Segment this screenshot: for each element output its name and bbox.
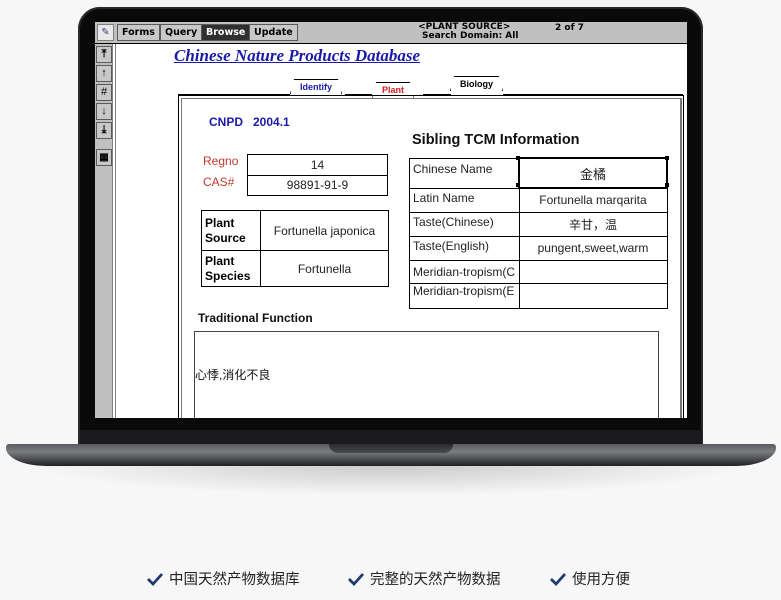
- taste-chinese-value[interactable]: 辛甘，温: [518, 211, 668, 237]
- app-screen: ✎ Forms Query Browse Update <PLANT SOURC…: [95, 22, 687, 418]
- table-row: Plant Species Fortunella: [201, 250, 389, 287]
- table-row: Chinese Name 金橘: [409, 157, 668, 189]
- browse-mode-button[interactable]: Browse: [201, 24, 251, 41]
- record-position: 2 of 7: [555, 23, 584, 33]
- sibling-tcm-table: Chinese Name 金橘 Latin Name Fortunella ma…: [409, 157, 668, 309]
- meridian-chinese-value[interactable]: [518, 259, 668, 284]
- version-label: CNPD 2004.1: [209, 115, 290, 129]
- traditional-function-title: Traditional Function: [198, 311, 313, 325]
- table-row: Meridian-tropism(C: [409, 259, 668, 284]
- margin-line: [115, 44, 116, 418]
- meridian-chinese-label: Meridian-tropism(C: [409, 259, 520, 284]
- record-header: <PLANT SOURCE> Search Domain: All: [410, 23, 518, 41]
- traditional-function-text: 心悸,消化不良: [195, 368, 271, 382]
- database-title[interactable]: Chinese Nature Products Database: [174, 46, 420, 66]
- cas-field[interactable]: 98891-91-9: [247, 175, 388, 196]
- regno-field[interactable]: 14: [247, 154, 388, 176]
- latin-name-value[interactable]: Fortunella marqarita: [518, 187, 668, 213]
- tab-biology[interactable]: Biology: [450, 76, 503, 91]
- record-nav-strip: ⤒ ↑ # ↓ ⤓ ▦: [95, 44, 113, 418]
- app-logo-icon[interactable]: ✎: [97, 24, 114, 41]
- laptop-shadow: [30, 466, 750, 496]
- feature-item: 使用方便: [549, 568, 630, 589]
- cas-label: CAS#: [203, 175, 235, 189]
- next-record-icon[interactable]: ↓: [96, 103, 112, 120]
- table-row: Latin Name Fortunella marqarita: [409, 187, 668, 213]
- meridian-english-value[interactable]: [518, 282, 668, 309]
- selection-handle[interactable]: [665, 183, 669, 187]
- plant-info-table: Plant Source Fortunella japonica Plant S…: [201, 210, 389, 287]
- traditional-function-field[interactable]: 心悸,消化不良: [194, 331, 659, 418]
- chinese-name-label: Chinese Name: [409, 157, 520, 189]
- check-icon: [147, 572, 164, 586]
- taste-english-value[interactable]: pungent,sweet,warm: [518, 235, 668, 261]
- feature-label: 完整的天然产物数据: [370, 572, 501, 588]
- update-mode-button[interactable]: Update: [249, 24, 298, 41]
- selection-handle[interactable]: [516, 156, 520, 160]
- tab-identify[interactable]: Identify: [290, 79, 342, 94]
- feature-list: 中国天然产物数据库 完整的天然产物数据 使用方便: [0, 568, 781, 592]
- previous-record-icon[interactable]: ↑: [96, 65, 112, 82]
- table-row: Taste(English) pungent,sweet,warm: [409, 235, 668, 261]
- plant-source-label: Plant Source: [201, 210, 261, 251]
- meridian-english-label: Meridian-tropism(E: [409, 282, 520, 309]
- search-domain: Search Domain: All: [422, 31, 519, 41]
- chinese-name-value[interactable]: 金橘: [518, 157, 668, 189]
- table-view-icon[interactable]: ▦: [96, 149, 112, 166]
- table-row: Meridian-tropism(E: [409, 282, 668, 309]
- plant-species-label: Plant Species: [201, 250, 261, 287]
- laptop-bezel-bottom: [80, 430, 702, 444]
- regno-label: Regno: [203, 154, 239, 168]
- feature-item: 完整的天然产物数据: [347, 568, 501, 589]
- feature-label: 中国天然产物数据库: [169, 572, 300, 588]
- taste-chinese-label: Taste(Chinese): [409, 211, 520, 237]
- laptop-notch: [329, 444, 453, 453]
- goto-record-icon[interactable]: #: [96, 84, 112, 101]
- plant-species-value[interactable]: Fortunella: [260, 250, 389, 287]
- selection-handle[interactable]: [516, 183, 520, 187]
- latin-name-label: Latin Name: [409, 187, 520, 213]
- first-record-icon[interactable]: ⤒: [96, 46, 112, 63]
- plant-source-value[interactable]: Fortunella japonica: [260, 210, 389, 251]
- query-mode-button[interactable]: Query: [160, 24, 203, 41]
- mode-toolbar: ✎ Forms Query Browse Update <PLANT SOURC…: [95, 22, 687, 44]
- table-row: Plant Source Fortunella japonica: [201, 210, 389, 251]
- feature-item: 中国天然产物数据库: [146, 568, 300, 589]
- feature-label: 使用方便: [572, 572, 630, 588]
- check-icon: [550, 572, 567, 586]
- selection-handle[interactable]: [665, 156, 669, 160]
- taste-english-label: Taste(English): [409, 235, 520, 261]
- table-row: Taste(Chinese) 辛甘，温: [409, 211, 668, 237]
- forms-mode-button[interactable]: Forms: [117, 24, 160, 41]
- check-icon: [348, 572, 365, 586]
- last-record-icon[interactable]: ⤓: [96, 122, 112, 139]
- sibling-tcm-title: Sibling TCM Information: [412, 132, 580, 148]
